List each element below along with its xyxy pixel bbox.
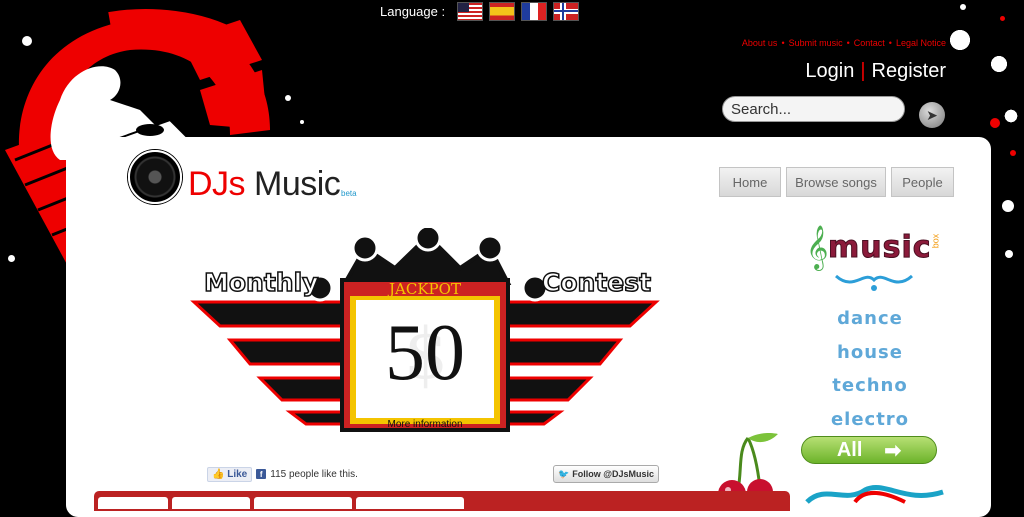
ornament-icon — [835, 274, 913, 291]
next-promo-graphic — [805, 485, 944, 504]
auth-separator: | — [860, 60, 866, 82]
submit-music-link[interactable]: Submit music — [789, 38, 843, 48]
music-box-sub: box — [930, 233, 941, 249]
logo-name: Music — [254, 165, 341, 203]
contest-left-title: Monthly — [203, 267, 319, 298]
content-tab-1[interactable] — [98, 497, 168, 509]
content-tab-2[interactable] — [172, 497, 250, 509]
facebook-like-button[interactable]: 👍 Like — [207, 466, 253, 482]
jackpot-amount: 50 — [385, 309, 465, 397]
logo-text: DJs Music — [188, 164, 341, 204]
search-input[interactable] — [722, 96, 905, 122]
more-information-link[interactable]: More information — [356, 419, 494, 430]
arrow-right-icon: ➤ — [926, 106, 938, 123]
left-wing — [190, 300, 352, 426]
es-flag-icon[interactable] — [489, 1, 516, 21]
content-tab-4[interactable] — [356, 497, 464, 509]
legal-notice-link[interactable]: Legal Notice — [896, 38, 946, 48]
like-label: Like — [227, 468, 248, 480]
auth-links: Login | Register — [805, 60, 946, 83]
genre-electro-link[interactable]: electro — [800, 409, 940, 430]
all-genres-button[interactable]: All ➡ — [801, 436, 937, 464]
like-count: 115 people like this. — [270, 468, 358, 480]
contest-right-title: Contest — [541, 267, 652, 298]
all-genres-label: All — [836, 438, 863, 461]
nav-people-button[interactable]: People — [891, 167, 954, 197]
link-separator: • — [781, 38, 785, 48]
language-selector: Language : — [380, 0, 580, 22]
logo-prefix: DJs — [188, 165, 246, 203]
right-wing — [498, 300, 660, 426]
top-links: About us • Submit music • Contact • Lega… — [742, 38, 946, 48]
search-go-button[interactable]: ➤ — [919, 102, 945, 128]
treble-clef-icon: 𝄞 — [806, 227, 829, 269]
genre-techno-link[interactable]: techno — [800, 375, 940, 396]
about-us-link[interactable]: About us — [742, 38, 778, 48]
facebook-icon: f — [256, 469, 267, 479]
link-separator: • — [846, 38, 850, 48]
vinyl-record-icon — [128, 150, 182, 204]
register-link[interactable]: Register — [872, 60, 946, 83]
twitter-follow-button[interactable]: 🐦 Follow @DJsMusic — [553, 465, 660, 483]
monthly-contest-banner[interactable]: $ Monthly Contest JACKPOT 50 More inform… — [190, 224, 660, 443]
nav-browse-songs-button[interactable]: Browse songs — [786, 167, 886, 197]
genre-house-link[interactable]: house — [800, 342, 940, 363]
genre-dance-link[interactable]: dance — [800, 308, 940, 329]
twitter-bird-icon: 🐦 — [558, 468, 570, 479]
nav-home-button[interactable]: Home — [719, 167, 781, 197]
arrow-right-icon: ➡ — [884, 439, 902, 462]
beta-badge: beta — [341, 189, 357, 198]
contact-link[interactable]: Contact — [854, 38, 885, 48]
site-logo[interactable]: DJs Music beta — [128, 150, 357, 204]
content-tab-3[interactable] — [254, 497, 352, 509]
music-box-brand: music — [828, 230, 932, 266]
us-flag-icon[interactable] — [457, 1, 484, 21]
twitter-follow-label: Follow @DJsMusic — [572, 469, 655, 479]
no-flag-icon[interactable] — [553, 1, 580, 21]
link-separator: • — [888, 38, 892, 48]
jackpot-label: JACKPOT — [389, 280, 461, 298]
facebook-like-widget: 👍 Like f 115 people like this. — [207, 465, 358, 483]
language-label: Language : — [380, 3, 446, 19]
login-link[interactable]: Login — [805, 60, 854, 83]
fr-flag-icon[interactable] — [521, 1, 548, 21]
thumbs-up-icon: 👍 — [212, 468, 225, 480]
